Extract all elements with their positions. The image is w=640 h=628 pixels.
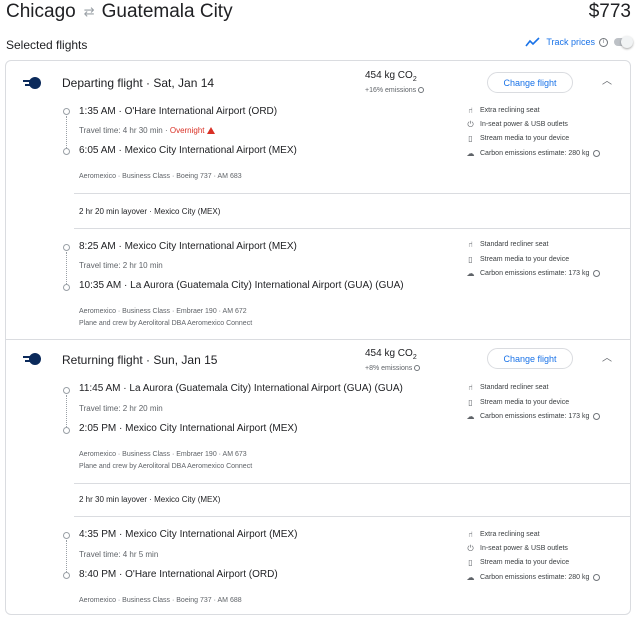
route-title: Chicago ⇄ Guatemala City bbox=[6, 0, 233, 24]
track-prices-toggle[interactable] bbox=[614, 36, 633, 48]
info-icon[interactable] bbox=[593, 574, 601, 581]
origin-city: Chicago bbox=[6, 1, 76, 22]
chevron-up-icon[interactable]: ︿ bbox=[601, 354, 613, 364]
layover-info: 2 hr 20 min layover · Mexico City (MEX) bbox=[79, 207, 221, 216]
phone-icon: ▯ bbox=[468, 134, 473, 143]
returning-flight-title: Returning flight · Sun, Jan 15 bbox=[62, 353, 218, 367]
aeromexico-logo bbox=[23, 77, 41, 89]
power-icon: ⏻ bbox=[467, 544, 474, 553]
flight-meta: Aeromexico · Business Class · Embraer 19… bbox=[79, 451, 247, 458]
arrival-stop: 10:35 AM · La Aurora (Guatemala City) In… bbox=[79, 280, 404, 291]
section-divider bbox=[6, 339, 630, 340]
swap-arrows-icon: ⇄ bbox=[83, 4, 95, 19]
departure-stop: 11:45 AM · La Aurora (Guatemala City) In… bbox=[79, 383, 403, 394]
divider bbox=[74, 516, 630, 517]
travel-time: Travel time: 4 hr 30 min · Overnight bbox=[79, 126, 215, 136]
seat-icon: ⑁ bbox=[468, 383, 473, 392]
seat-icon: ⑁ bbox=[468, 530, 473, 539]
route-line bbox=[66, 252, 67, 284]
returning-emissions: +8% emissions bbox=[365, 364, 421, 374]
travel-time: Travel time: 2 hr 20 min bbox=[79, 404, 163, 413]
amenity-stream: ▯ Stream media to your device bbox=[466, 134, 569, 143]
amenity-stream: ▯ Stream media to your device bbox=[466, 558, 569, 567]
arrival-dot bbox=[63, 284, 70, 291]
departure-stop: 4:35 PM · Mexico City International Airp… bbox=[79, 529, 298, 540]
change-departing-flight-button[interactable]: Change flight bbox=[487, 72, 573, 93]
amenity-co2: ☁ Carbon emissions estimate: 173 kg bbox=[466, 269, 601, 278]
divider bbox=[74, 228, 630, 229]
arrival-dot bbox=[63, 148, 70, 155]
track-prices[interactable]: Track prices i bbox=[525, 36, 633, 48]
departure-dot bbox=[63, 108, 70, 115]
amenity-seat: ⑁ Extra reclining seat bbox=[466, 530, 539, 539]
chevron-up-icon[interactable]: ︿ bbox=[601, 77, 613, 87]
warning-triangle-icon bbox=[206, 127, 215, 134]
route-header: Chicago ⇄ Guatemala City $773 bbox=[6, 0, 634, 28]
trend-line-icon bbox=[525, 37, 540, 47]
change-returning-flight-button[interactable]: Change flight bbox=[487, 348, 573, 369]
amenity-seat: ⑁ Standard recliner seat bbox=[466, 240, 548, 249]
amenity-co2: ☁ Carbon emissions estimate: 280 kg bbox=[466, 573, 601, 582]
arrival-stop: 8:40 PM · O'Hare International Airport (… bbox=[79, 569, 278, 580]
travel-time: Travel time: 4 hr 5 min bbox=[79, 550, 159, 559]
flight-meta: Aeromexico · Business Class · Boeing 737… bbox=[79, 173, 242, 180]
co2-icon: ☁ bbox=[466, 412, 475, 421]
selected-flights-bar: Selected flights Track prices i bbox=[6, 36, 633, 54]
flight-meta: Aeromexico · Business Class · Boeing 737… bbox=[79, 597, 242, 604]
departure-dot bbox=[63, 387, 70, 394]
operator-meta: Plane and crew by Aerolitoral DBA Aerome… bbox=[79, 463, 253, 470]
info-icon[interactable] bbox=[593, 413, 601, 420]
seat-icon: ⑁ bbox=[468, 240, 473, 249]
amenity-stream: ▯ Stream media to your device bbox=[466, 398, 569, 407]
arrival-dot bbox=[63, 427, 70, 434]
co2-icon: ☁ bbox=[466, 149, 475, 158]
info-icon[interactable] bbox=[593, 270, 601, 277]
departure-dot bbox=[63, 532, 70, 539]
returning-co2: 454 kg CO2 bbox=[365, 348, 417, 361]
seat-icon: ⑁ bbox=[468, 106, 473, 115]
departure-stop: 1:35 AM · O'Hare International Airport (… bbox=[79, 106, 278, 117]
aeromexico-logo bbox=[23, 353, 41, 365]
layover-info: 2 hr 30 min layover · Mexico City (MEX) bbox=[79, 495, 221, 504]
co2-icon: ☁ bbox=[466, 573, 475, 582]
info-icon[interactable]: i bbox=[599, 37, 608, 47]
arrival-stop: 6:05 AM · Mexico City International Airp… bbox=[79, 145, 297, 156]
divider bbox=[74, 193, 630, 194]
phone-icon: ▯ bbox=[468, 558, 473, 567]
travel-time: Travel time: 2 hr 10 min bbox=[79, 261, 163, 270]
route-line bbox=[66, 116, 67, 148]
flight-meta: Aeromexico · Business Class · Embraer 19… bbox=[79, 308, 247, 315]
divider bbox=[74, 483, 630, 484]
info-icon[interactable] bbox=[418, 87, 425, 94]
route-line bbox=[66, 540, 67, 572]
info-icon[interactable] bbox=[414, 365, 421, 372]
departure-stop: 8:25 AM · Mexico City International Airp… bbox=[79, 241, 297, 252]
total-price: $773 bbox=[588, 1, 631, 22]
amenity-seat: ⑁ Standard recliner seat bbox=[466, 383, 548, 392]
flights-card: Departing flight · Sat, Jan 14 454 kg CO… bbox=[5, 60, 631, 615]
route-line bbox=[66, 395, 67, 427]
amenity-seat: ⑁ Extra reclining seat bbox=[466, 106, 539, 115]
info-icon[interactable] bbox=[593, 150, 601, 157]
co2-icon: ☁ bbox=[466, 269, 475, 278]
track-prices-label[interactable]: Track prices bbox=[546, 37, 595, 47]
operator-meta: Plane and crew by Aerolitoral DBA Aerome… bbox=[79, 320, 253, 327]
amenity-co2: ☁ Carbon emissions estimate: 173 kg bbox=[466, 412, 601, 421]
amenity-power: ⏻ In-seat power & USB outlets bbox=[467, 120, 568, 129]
amenity-stream: ▯ Stream media to your device bbox=[466, 255, 569, 264]
departing-emissions: +16% emissions bbox=[365, 86, 425, 96]
phone-icon: ▯ bbox=[468, 255, 473, 264]
amenity-power: ⏻ In-seat power & USB outlets bbox=[467, 544, 568, 553]
phone-icon: ▯ bbox=[468, 398, 473, 407]
departing-co2: 454 kg CO2 bbox=[365, 70, 417, 83]
departing-flight-title: Departing flight · Sat, Jan 14 bbox=[62, 76, 215, 90]
arrival-dot bbox=[63, 572, 70, 579]
destination-city: Guatemala City bbox=[101, 1, 233, 22]
arrival-stop: 2:05 PM · Mexico City International Airp… bbox=[79, 423, 298, 434]
power-icon: ⏻ bbox=[467, 120, 474, 129]
amenity-co2: ☁ Carbon emissions estimate: 280 kg bbox=[466, 149, 601, 158]
departure-dot bbox=[63, 244, 70, 251]
selected-flights-heading: Selected flights bbox=[6, 38, 88, 52]
